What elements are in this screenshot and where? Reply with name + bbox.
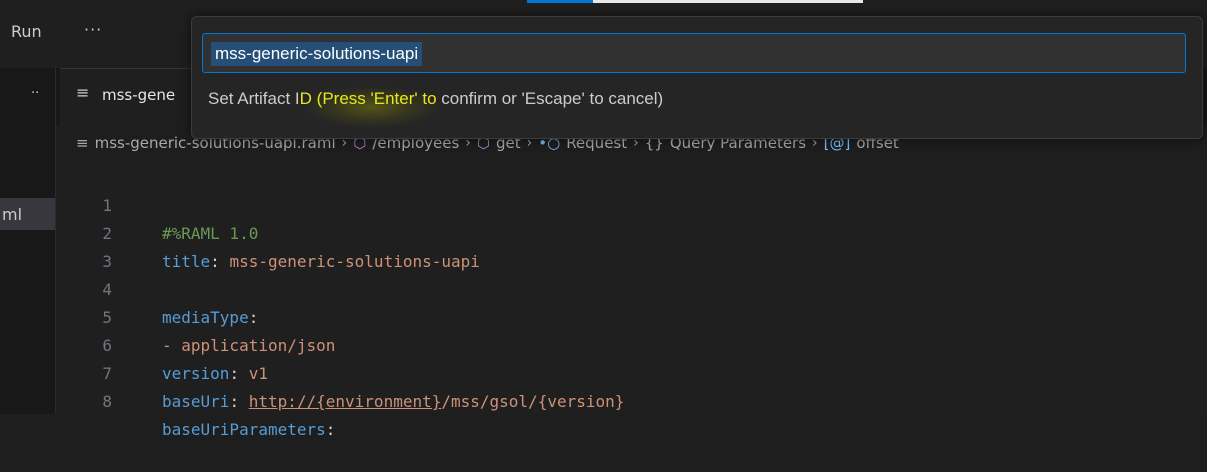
- code-line: 8 baseUriParameters:: [56, 360, 1207, 439]
- yaml-value: /mss/gsol/{version}: [441, 392, 625, 411]
- sidebar-more-icon[interactable]: ··: [31, 86, 39, 101]
- breadcrumb-file-icon: ≡: [76, 134, 89, 152]
- title-highlight-bar: [593, 0, 863, 3]
- title-accent-bar: [527, 0, 593, 3]
- sidebar-selected-file[interactable]: ml: [0, 198, 55, 230]
- uri-link[interactable]: http://{environment}: [249, 392, 442, 411]
- quick-input-message: Set Artifact ID (Press 'Enter' to confir…: [208, 89, 664, 108]
- raml-file-icon: ≡: [76, 83, 90, 102]
- menu-run[interactable]: Run: [11, 22, 42, 41]
- artifact-id-input-box[interactable]: mss-generic-solutions-uapi: [202, 33, 1186, 73]
- code-line: 1 #%RAML 1.0: [56, 164, 1207, 243]
- code-line: 5 - application/json: [56, 276, 1207, 355]
- yaml-key: baseUri: [162, 392, 230, 411]
- quick-input-widget: mss-generic-solutions-uapi Set Artifact …: [191, 16, 1203, 139]
- code-editor[interactable]: 1 #%RAML 1.0 2 title: mss-generic-soluti…: [56, 164, 1207, 439]
- explorer-sidebar: ·· ml: [0, 68, 56, 414]
- code-line: 3: [56, 220, 1207, 271]
- yaml-key: baseUriParameters: [162, 420, 326, 439]
- artifact-id-input[interactable]: [203, 34, 1185, 72]
- code-line: 6 version: v1: [56, 304, 1207, 383]
- editor-tab-label: mss-gene: [102, 86, 176, 104]
- sidebar-file-label: ml: [2, 205, 23, 224]
- line-number: 8: [102, 392, 112, 411]
- menu-more-icon[interactable]: ···: [84, 20, 102, 39]
- code-line: 7 baseUri: http://{environment}/mss/gsol…: [56, 332, 1207, 411]
- code-line: 4 mediaType:: [56, 248, 1207, 327]
- code-line: 2 title: mss-generic-solutions-uapi: [56, 192, 1207, 271]
